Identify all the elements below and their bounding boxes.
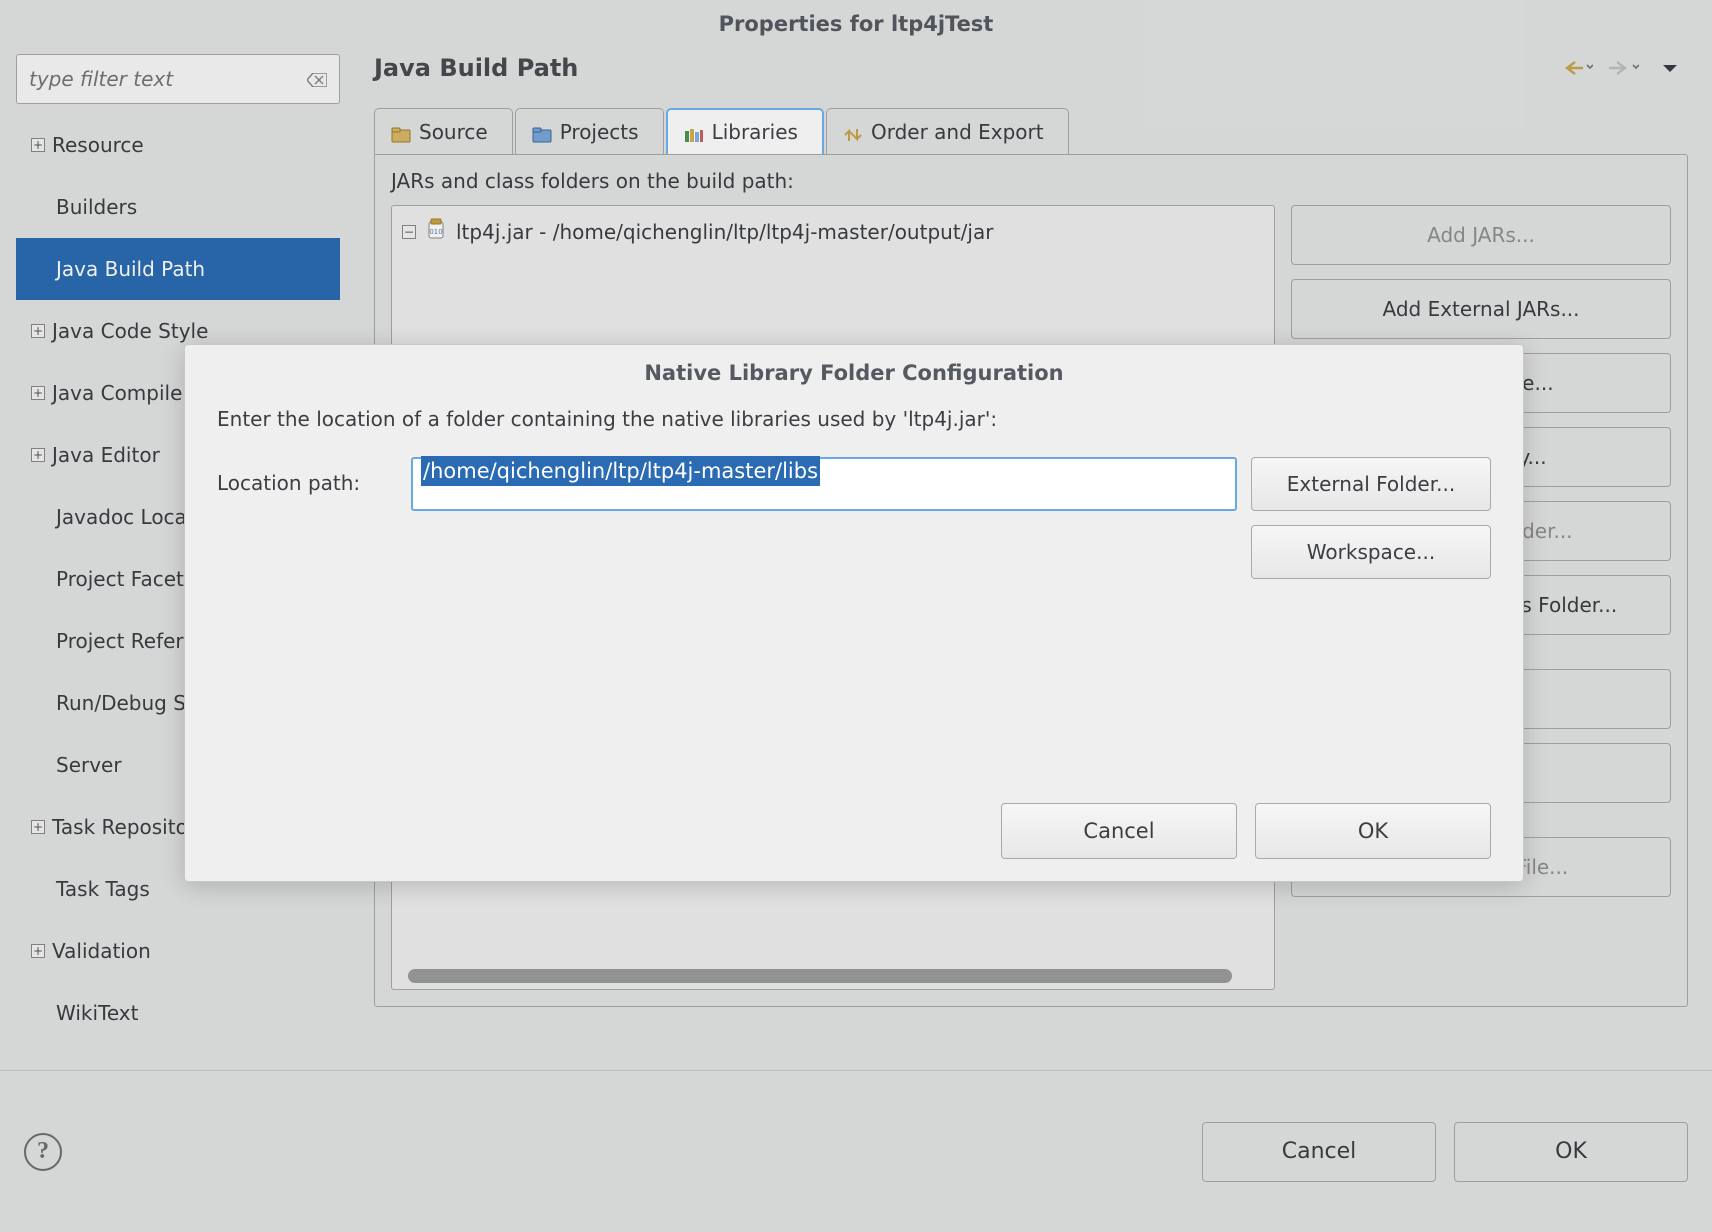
workspace-button[interactable]: Workspace... xyxy=(1251,525,1491,579)
tab-label: Libraries xyxy=(712,120,798,144)
modal-ok-button[interactable]: OK xyxy=(1255,803,1491,859)
libraries-icon xyxy=(684,124,704,140)
native-library-dialog: Native Library Folder Configuration Ente… xyxy=(184,344,1524,882)
modal-prompt: Enter the location of a folder containin… xyxy=(217,407,1491,431)
location-path-input[interactable]: /home/qichenglin/ltp/ltp4j-master/libs xyxy=(411,457,1237,511)
location-path-label: Location path: xyxy=(217,457,397,495)
tab-libraries[interactable]: Libraries xyxy=(666,108,824,154)
external-folder-button[interactable]: External Folder... xyxy=(1251,457,1491,511)
modal-cancel-button[interactable]: Cancel xyxy=(1001,803,1237,859)
modal-title: Native Library Folder Configuration xyxy=(185,345,1523,407)
